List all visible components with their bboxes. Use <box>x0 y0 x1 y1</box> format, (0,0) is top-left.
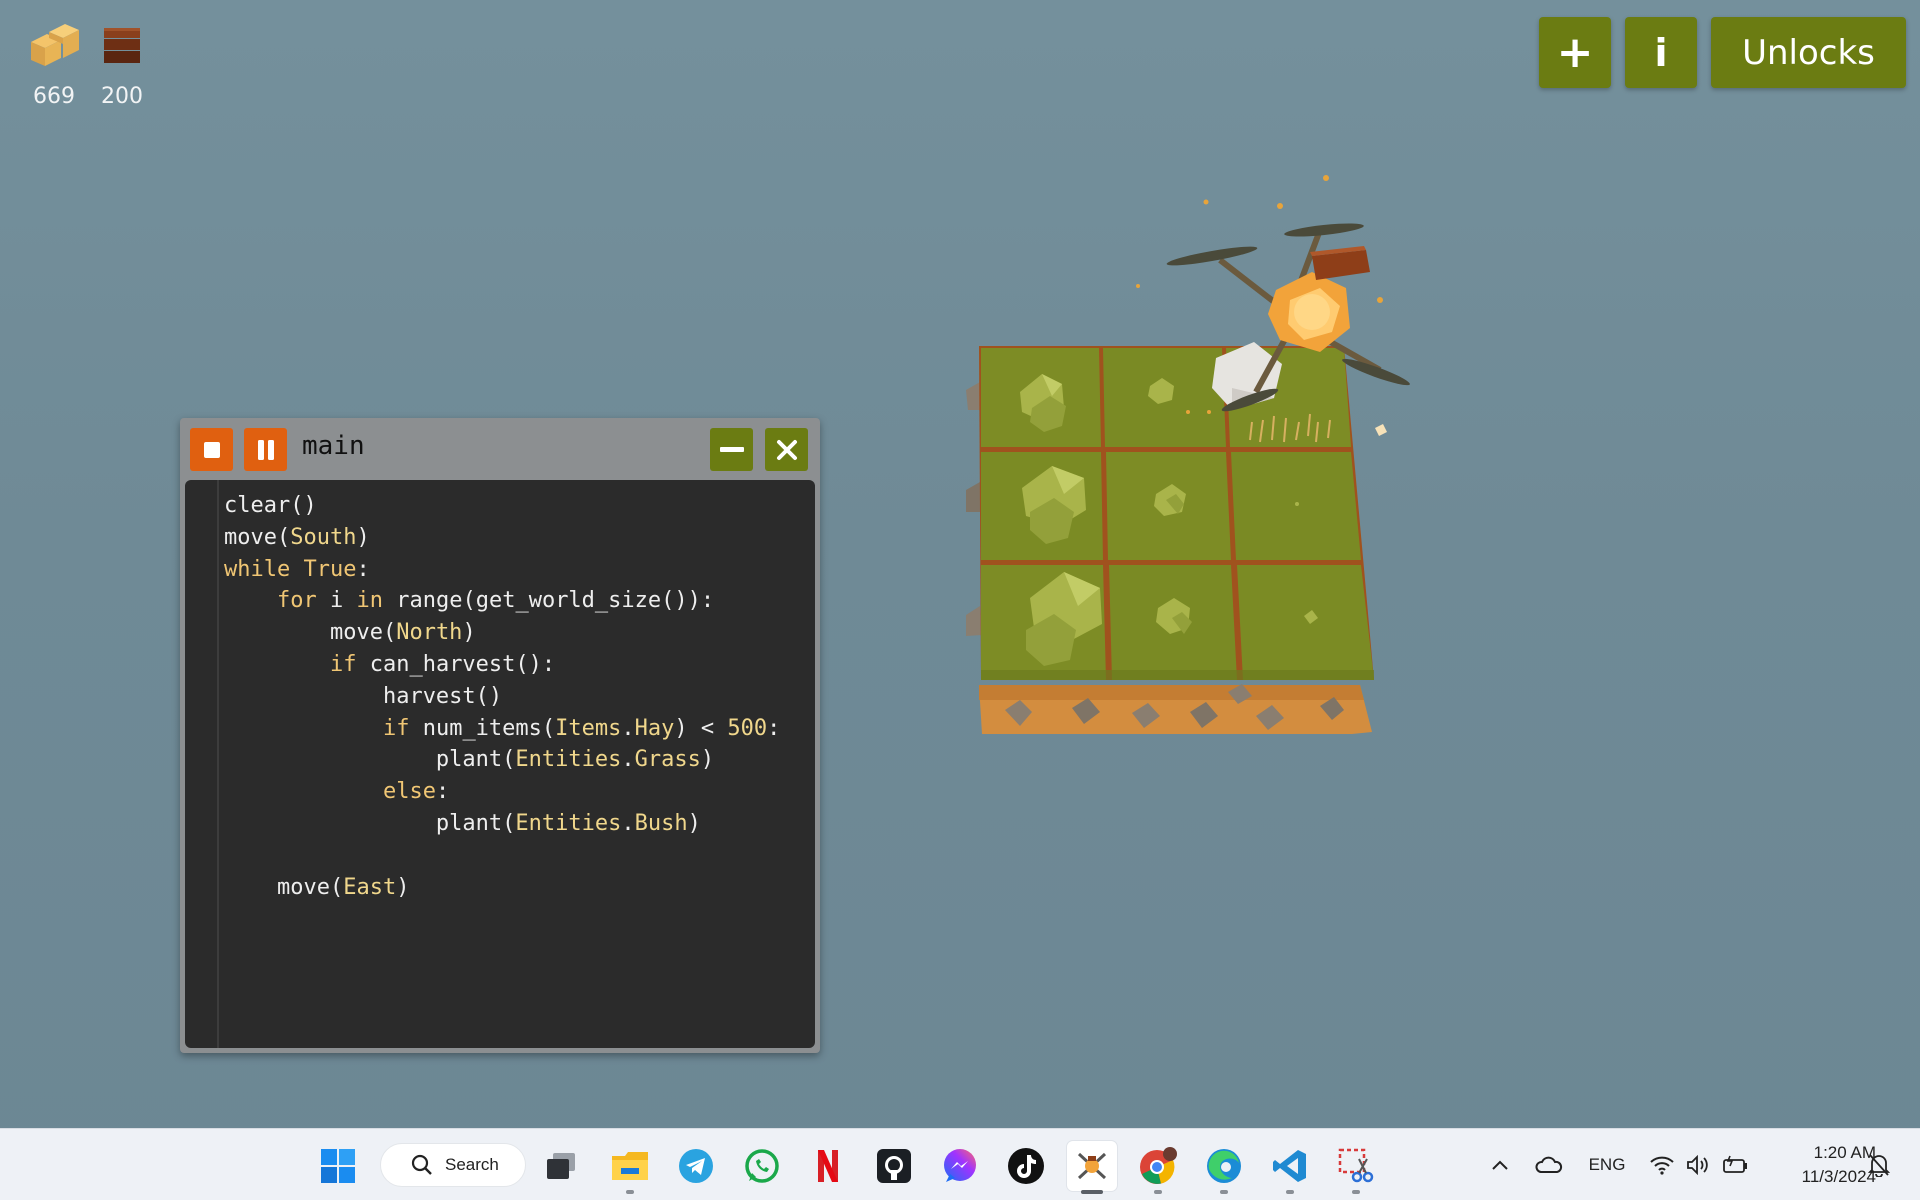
stop-icon <box>203 441 220 458</box>
code-line[interactable]: for i in range(get_world_size()): <box>224 585 780 617</box>
language-indicator: ENG <box>1588 1155 1626 1174</box>
code-line[interactable]: clear() <box>224 490 780 522</box>
taskbar-app-telegram[interactable] <box>671 1141 721 1191</box>
code-line[interactable]: plant(Entities.Bush) <box>224 808 780 840</box>
farm-world <box>966 175 1410 734</box>
taskbar-app-whatsapp[interactable] <box>737 1141 787 1191</box>
taskbar-app-file-explorer[interactable] <box>605 1141 655 1194</box>
taskbar-app-vscode[interactable] <box>1265 1141 1315 1194</box>
telegram-icon <box>679 1149 713 1183</box>
taskbar-app-messenger[interactable] <box>935 1141 985 1191</box>
close-button[interactable] <box>765 428 808 471</box>
wifi-icon <box>1650 1156 1674 1175</box>
running-indicator <box>1220 1190 1228 1194</box>
onedrive-cloud-icon <box>1535 1156 1563 1173</box>
stop-button[interactable] <box>190 428 233 471</box>
notification-bell-icon <box>1868 1154 1890 1177</box>
running-indicator <box>1352 1190 1360 1194</box>
taskbar-app-edge[interactable] <box>1199 1141 1249 1194</box>
minimize-icon <box>719 446 744 452</box>
chevron-up-icon <box>1492 1160 1508 1170</box>
search-label: Search <box>445 1155 499 1174</box>
tray-language[interactable]: ENG <box>1582 1153 1632 1177</box>
running-indicator <box>1154 1190 1162 1194</box>
pause-button[interactable] <box>244 428 287 471</box>
tray-onedrive[interactable] <box>1534 1153 1564 1177</box>
volume-icon <box>1687 1155 1708 1175</box>
file-explorer-icon <box>612 1152 648 1180</box>
tray-notifications[interactable] <box>1865 1153 1893 1177</box>
code-line[interactable]: move(South) <box>224 522 780 554</box>
pause-icon <box>257 439 274 460</box>
close-icon <box>776 439 797 460</box>
code-line[interactable]: plant(Entities.Grass) <box>224 744 780 776</box>
taskbar-search[interactable]: Search <box>380 1143 526 1187</box>
farmer-game-icon <box>1077 1152 1107 1180</box>
battery-charging-icon <box>1723 1155 1747 1173</box>
taskbar-app-tiktok[interactable] <box>1001 1141 1051 1191</box>
code-window[interactable]: main clear() move(South) while True: for i… <box>180 418 820 1053</box>
editor-gutter <box>217 480 219 1048</box>
minimize-button[interactable] <box>710 428 753 471</box>
wood-icon <box>104 28 140 63</box>
tiktok-icon <box>1008 1148 1044 1184</box>
tray-wifi[interactable] <box>1648 1153 1676 1177</box>
code-text[interactable]: clear() move(South) while True: for i in r… <box>224 490 780 903</box>
search-icon <box>411 1154 432 1175</box>
tray-volume[interactable] <box>1684 1153 1712 1177</box>
code-line[interactable]: else: <box>224 776 780 808</box>
code-window-titlebar[interactable]: main <box>180 418 820 476</box>
code-line[interactable] <box>224 840 780 872</box>
code-line[interactable]: harvest() <box>224 681 780 713</box>
running-indicator <box>1286 1190 1294 1194</box>
code-line[interactable]: if can_harvest(): <box>224 649 780 681</box>
vscode-icon <box>1273 1150 1306 1182</box>
netflix-icon <box>818 1150 838 1182</box>
active-indicator <box>1081 1190 1103 1194</box>
wood-resource: 200 <box>89 20 155 109</box>
taskbar-app-task-view[interactable] <box>536 1141 586 1191</box>
sparkle-particle <box>1375 424 1387 436</box>
windows-start-icon <box>321 1149 355 1183</box>
taskbar-app-snipping-tool[interactable] <box>1331 1141 1381 1194</box>
info-button[interactable]: i <box>1625 17 1697 88</box>
taskbar-app-farmer-game[interactable] <box>1067 1141 1117 1194</box>
sprout <box>1295 502 1299 506</box>
edge-icon <box>1207 1149 1241 1183</box>
code-line[interactable]: move(East) <box>224 872 780 904</box>
clock-date: 11/3/2024 <box>1801 1167 1876 1186</box>
task-view-icon <box>547 1153 575 1179</box>
taskbar: Search ENG 1:20 AM 11/3/2024 <box>0 1128 1920 1200</box>
whatsapp-icon <box>745 1149 779 1183</box>
chrome-icon <box>1140 1147 1177 1184</box>
farm-tile <box>1231 452 1361 560</box>
code-line[interactable]: if num_items(Items.Hay) < 500: <box>224 713 780 745</box>
add-button[interactable]: + <box>1539 17 1611 88</box>
github-icon <box>877 1149 911 1183</box>
taskbar-app-netflix[interactable] <box>803 1141 853 1191</box>
taskbar-app-github[interactable] <box>869 1141 919 1191</box>
taskbar-clock[interactable]: 1:20 AM 11/3/2024 <box>1760 1141 1876 1189</box>
tray-battery[interactable] <box>1720 1153 1750 1177</box>
farm-tile <box>1237 565 1374 680</box>
unlocks-button[interactable]: Unlocks <box>1711 17 1906 88</box>
running-indicator <box>626 1190 634 1194</box>
snipping-tool-icon <box>1338 1148 1374 1183</box>
code-line[interactable]: while True: <box>224 554 780 586</box>
hay-resource: 669 <box>21 20 87 109</box>
code-window-title: main <box>302 431 365 461</box>
code-line[interactable]: move(North) <box>224 617 780 649</box>
taskbar-app-chrome[interactable] <box>1133 1141 1183 1194</box>
wood-count: 200 <box>101 84 143 109</box>
clock-time: 1:20 AM <box>1813 1143 1876 1162</box>
hay-icon <box>31 24 79 66</box>
start-button[interactable] <box>313 1141 363 1191</box>
hay-count: 669 <box>33 84 75 109</box>
tray-overflow-button[interactable] <box>1488 1153 1512 1177</box>
messenger-icon <box>944 1149 976 1182</box>
code-editor[interactable]: clear() move(South) while True: for i in r… <box>185 480 815 1048</box>
